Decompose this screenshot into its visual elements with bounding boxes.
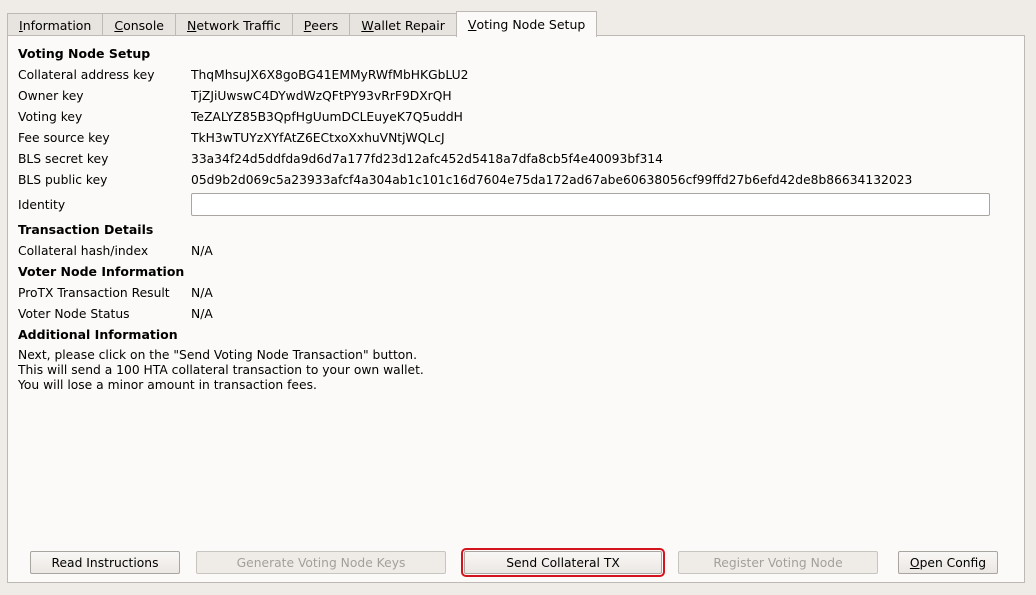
- open-config-button[interactable]: Open Config: [898, 551, 998, 574]
- bls-secret-key-label: BLS secret key: [18, 152, 109, 166]
- tab-label: nformation: [22, 17, 92, 33]
- info-line: Next, please click on the "Send Voting N…: [18, 348, 418, 362]
- voter-node-status-label: Voter Node Status: [18, 307, 130, 321]
- protx-result-label: ProTX Transaction Result: [18, 286, 170, 300]
- identity-label: Identity: [18, 198, 66, 212]
- tab-label: oting Node Setup: [476, 17, 586, 32]
- info-line: You will lose a minor amount in transact…: [18, 378, 317, 392]
- fee-source-key-value: TkH3wTUYzXYfAtZ6ECtxoXxhuVNtjWQLcJ: [191, 131, 445, 145]
- bls-public-key-label: BLS public key: [18, 173, 108, 187]
- info-line: This will send a 100 HTA collateral tran…: [18, 363, 424, 377]
- section-heading-additional-information: Additional Information: [18, 327, 178, 342]
- tab-mnemonic: C: [114, 17, 124, 33]
- tab-mnemonic: W: [361, 17, 374, 33]
- tab-console[interactable]: Console: [102, 13, 176, 36]
- tab-bar: Information Console Network Traffic Peer…: [7, 11, 598, 37]
- owner-key-label: Owner key: [18, 89, 84, 103]
- additional-info-text: Next, please click on the "Send Voting N…: [18, 348, 424, 393]
- send-collateral-tx-button[interactable]: Send Collateral TX: [461, 548, 665, 577]
- tab-label: eers: [311, 17, 339, 33]
- button-label: pen Config: [919, 555, 987, 570]
- register-voting-node-button[interactable]: Register Voting Node: [678, 551, 878, 574]
- voting-key-value: TeZALYZ85B3QpfHgUumDCLEuyeK7Q5uddH: [191, 110, 463, 124]
- tab-label: allet Repair: [373, 17, 445, 33]
- collateral-address-label: Collateral address key: [18, 68, 155, 82]
- bls-secret-key-value: 33a34f24d5ddfda9d6d7a177fd23d12afc452d54…: [191, 152, 663, 166]
- button-mnemonic: O: [909, 555, 920, 570]
- protx-result-value: N/A: [191, 286, 213, 300]
- voting-node-setup-panel: Voting Node Setup Collateral address key…: [7, 35, 1025, 583]
- collateral-address-value: ThqMhsuJX6X8goBG41EMMyRWfMbHKGbLU2: [191, 68, 469, 82]
- tab-network-traffic[interactable]: Network Traffic: [175, 13, 293, 36]
- tab-voting-node-setup[interactable]: Voting Node Setup: [455, 11, 598, 37]
- tab-mnemonic: N: [187, 17, 197, 33]
- read-instructions-button[interactable]: Read Instructions: [30, 551, 180, 574]
- collateral-hash-value: N/A: [191, 244, 213, 258]
- tab-information[interactable]: Information: [7, 13, 104, 36]
- section-heading-voting-node-setup: Voting Node Setup: [18, 46, 151, 61]
- tab-peers[interactable]: Peers: [291, 13, 351, 36]
- tab-mnemonic: P: [303, 17, 312, 33]
- voter-node-status-value: N/A: [191, 307, 213, 321]
- fee-source-key-label: Fee source key: [18, 131, 110, 145]
- tab-wallet-repair[interactable]: Wallet Repair: [349, 13, 457, 36]
- tab-mnemonic: V: [467, 17, 477, 32]
- owner-key-value: TjZJiUwswC4DYwdWzQFtPY93vRrF9DXrQH: [191, 89, 452, 103]
- section-heading-transaction-details: Transaction Details: [18, 222, 154, 237]
- bls-public-key-value: 05d9b2d069c5a23933afcf4a304ab1c101c16d76…: [191, 173, 913, 187]
- collateral-hash-label: Collateral hash/index: [18, 244, 149, 258]
- section-heading-voter-node-information: Voter Node Information: [18, 264, 185, 279]
- generate-voting-node-keys-button[interactable]: Generate Voting Node Keys: [196, 551, 446, 574]
- tab-label: etwork Traffic: [196, 17, 281, 33]
- identity-input[interactable]: [191, 193, 990, 216]
- voting-key-label: Voting key: [18, 110, 83, 124]
- tab-label: onsole: [123, 17, 164, 33]
